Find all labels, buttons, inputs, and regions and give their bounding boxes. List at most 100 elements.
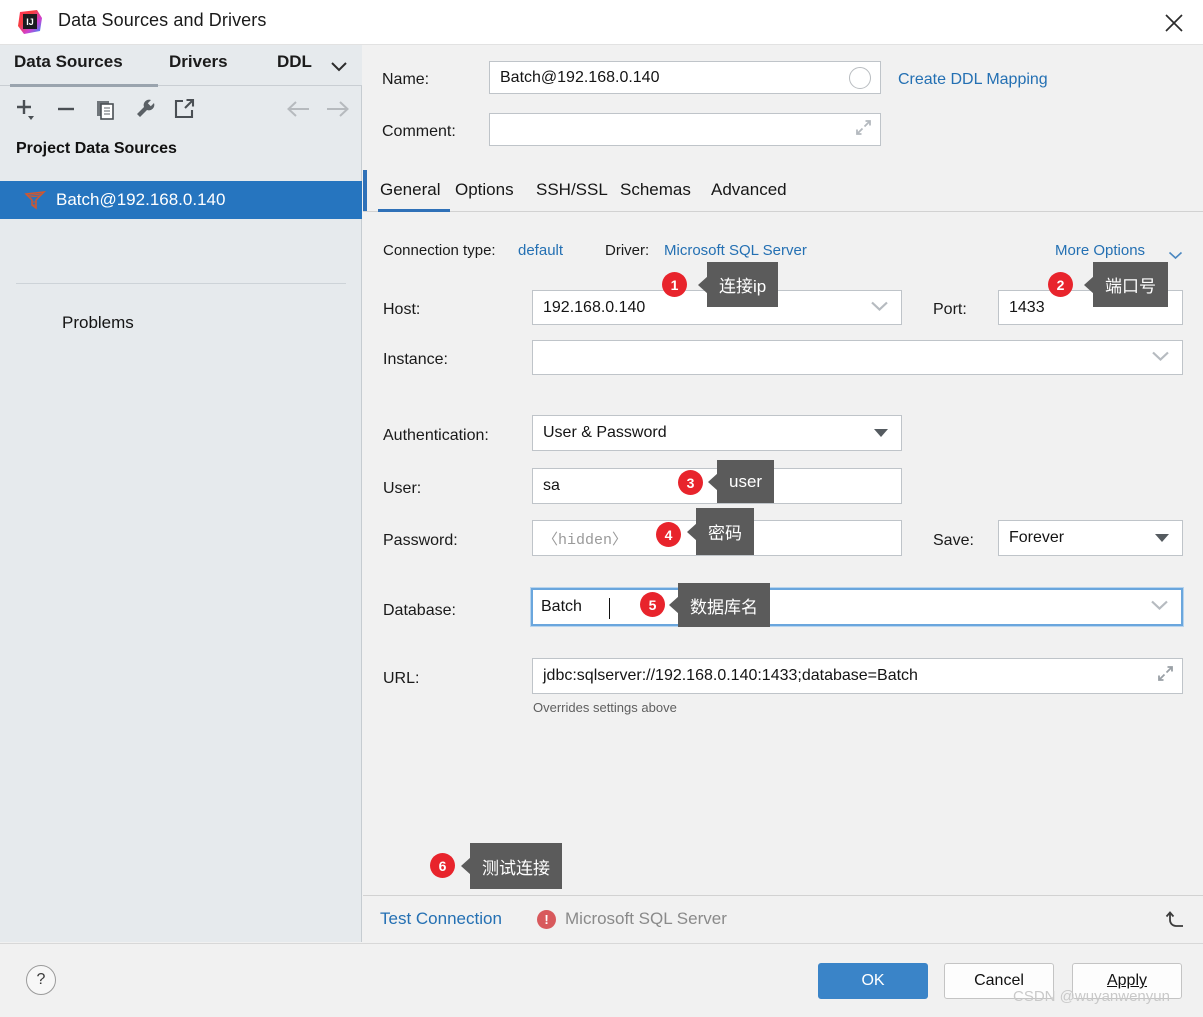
detail-tabs: General Options SSH/SSL Schemas Advanced: [363, 170, 1203, 212]
authentication-value: User & Password: [543, 424, 667, 441]
revert-arrow-icon[interactable]: [1165, 907, 1189, 936]
save-label: Save:: [933, 532, 974, 549]
navigate-back-button[interactable]: [284, 95, 312, 123]
sqlserver-icon: [24, 190, 46, 210]
comment-label: Comment:: [382, 123, 456, 140]
name-input-value: Batch@192.168.0.140: [500, 68, 660, 86]
url-input-value: jdbc:sqlserver://192.168.0.140:1433;data…: [543, 667, 918, 684]
host-label: Host:: [383, 301, 421, 318]
wrench-icon[interactable]: [131, 95, 159, 123]
port-input-value: 1433: [1009, 298, 1045, 316]
sidebar: Data Sources Drivers DDL Project Data So…: [0, 45, 362, 942]
error-badge-glyph: !: [544, 912, 549, 927]
annotation-callout-3: user: [717, 460, 775, 503]
annotation-badge-1: 1: [662, 272, 687, 297]
chevron-down-icon[interactable]: [330, 59, 348, 77]
error-badge-icon: !: [537, 910, 556, 929]
annotation-callout-1: 连接ip: [707, 262, 779, 307]
annotation-callout-6: 测试连接: [470, 843, 562, 889]
apply-button[interactable]: Apply: [1072, 963, 1182, 999]
color-circle-icon[interactable]: [849, 66, 871, 89]
tab-options[interactable]: Options: [455, 180, 514, 200]
comment-input[interactable]: [489, 113, 881, 146]
name-input[interactable]: Batch@192.168.0.140: [489, 61, 881, 94]
create-ddl-mapping-link[interactable]: Create DDL Mapping: [898, 71, 1048, 89]
more-options-link[interactable]: More Options: [1055, 242, 1145, 259]
remove-data-source-button[interactable]: [52, 95, 80, 123]
host-input-value: 192.168.0.140: [543, 298, 646, 316]
sidebar-divider: [16, 283, 346, 284]
database-input[interactable]: Batch: [530, 587, 1184, 627]
detail-pane: Name: Batch@192.168.0.140 Create DDL Map…: [363, 45, 1203, 942]
user-input-value: sa: [543, 477, 560, 494]
status-driver-name: Microsoft SQL Server: [565, 909, 727, 928]
url-label: URL:: [383, 670, 420, 687]
data-sources-and-drivers-dialog: IJ Data Sources and Drivers Data Sources…: [0, 0, 1203, 1017]
sidebar-item-batch-datasource[interactable]: Batch@192.168.0.140: [0, 181, 362, 219]
sidebar-tabs: Data Sources Drivers DDL: [0, 45, 362, 87]
help-button[interactable]: ?: [26, 965, 56, 995]
window-title: Data Sources and Drivers: [58, 10, 267, 30]
tab-advanced[interactable]: Advanced: [711, 180, 787, 200]
navigate-forward-button[interactable]: [324, 95, 352, 123]
expand-icon[interactable]: [855, 119, 872, 141]
add-data-source-button[interactable]: [10, 95, 38, 123]
triangle-down-icon[interactable]: [874, 429, 888, 437]
annotation-badge-6: 6: [430, 853, 455, 878]
expand-icon[interactable]: [1157, 665, 1174, 687]
connection-type-label: Connection type:: [383, 242, 496, 259]
chevron-down-icon[interactable]: [1168, 247, 1183, 265]
instance-input[interactable]: [532, 340, 1183, 375]
database-label: Database:: [383, 602, 456, 619]
instance-label: Instance:: [383, 351, 448, 368]
triangle-down-icon[interactable]: [1155, 534, 1169, 542]
name-label: Name:: [382, 71, 430, 88]
driver-value[interactable]: Microsoft SQL Server: [664, 242, 807, 259]
sidebar-tab-ddl[interactable]: DDL: [277, 52, 312, 72]
close-icon[interactable]: [1145, 0, 1203, 45]
annotation-callout-4: 密码: [696, 508, 754, 555]
annotation-badge-3: 3: [678, 470, 703, 495]
user-label: User:: [383, 480, 422, 497]
cancel-button[interactable]: Cancel: [944, 963, 1054, 999]
url-input[interactable]: jdbc:sqlserver://192.168.0.140:1433;data…: [532, 658, 1183, 694]
svg-text:IJ: IJ: [26, 17, 34, 27]
chevron-down-icon[interactable]: [1150, 598, 1169, 616]
sidebar-toolbar: [0, 87, 362, 131]
external-link-icon[interactable]: [170, 95, 198, 123]
authentication-label: Authentication:: [383, 427, 489, 444]
database-input-value: Batch: [541, 598, 582, 615]
sidebar-item-problems[interactable]: Problems: [62, 313, 134, 333]
driver-label: Driver:: [605, 242, 650, 259]
authentication-select[interactable]: User & Password: [532, 415, 902, 451]
password-label: Password:: [383, 532, 458, 549]
chevron-down-icon[interactable]: [1151, 349, 1170, 367]
ok-button[interactable]: OK: [818, 963, 928, 999]
chevron-down-icon[interactable]: [870, 299, 889, 317]
annotation-badge-2: 2: [1048, 272, 1073, 297]
tab-general[interactable]: General: [380, 180, 440, 200]
active-tab-underline: [378, 209, 450, 212]
apply-button-label: Apply: [1106, 972, 1148, 989]
duplicate-icon[interactable]: [92, 95, 120, 123]
tab-schemas[interactable]: Schemas: [620, 180, 691, 200]
annotation-badge-5: 5: [640, 592, 665, 617]
save-select[interactable]: Forever: [998, 520, 1183, 556]
annotation-badge-4: 4: [656, 522, 681, 547]
text-caret: [609, 598, 610, 619]
annotation-callout-2: 端口号: [1093, 262, 1168, 307]
status-strip: Test Connection ! Microsoft SQL Server: [363, 895, 1203, 942]
save-value: Forever: [1009, 529, 1065, 546]
url-hint: Overrides settings above: [533, 700, 677, 715]
connection-type-value[interactable]: default: [518, 242, 563, 259]
tab-ssh-ssl[interactable]: SSH/SSL: [536, 180, 608, 200]
port-label: Port:: [933, 301, 967, 318]
title-bar: IJ Data Sources and Drivers: [0, 0, 1203, 45]
password-placeholder: 〈hidden〉: [543, 531, 628, 549]
test-connection-link[interactable]: Test Connection: [380, 909, 502, 929]
intellij-idea-logo: IJ: [17, 9, 43, 35]
annotation-callout-5: 数据库名: [678, 583, 770, 627]
project-data-sources-header: Project Data Sources: [16, 140, 177, 157]
sidebar-tab-drivers[interactable]: Drivers: [169, 52, 228, 72]
sidebar-tab-data-sources[interactable]: Data Sources: [14, 52, 123, 72]
